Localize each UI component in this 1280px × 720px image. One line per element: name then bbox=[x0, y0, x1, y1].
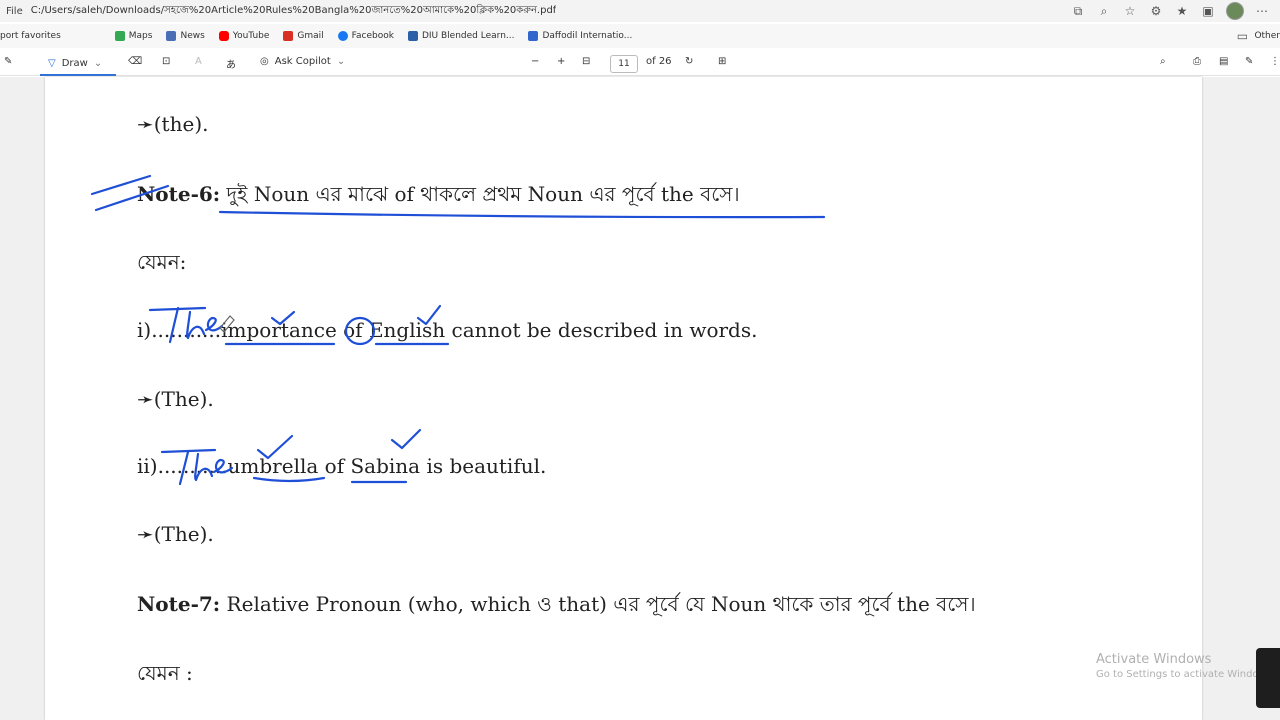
bookmark-label: Maps bbox=[128, 31, 153, 41]
bookmark-youtube[interactable]: YouTube bbox=[218, 31, 270, 41]
example-heading: যেমন: bbox=[137, 250, 187, 274]
bookmark-label: Facebook bbox=[351, 31, 394, 41]
bookmark-news[interactable]: News bbox=[166, 31, 205, 41]
answer-2: ➛(The). bbox=[137, 522, 214, 546]
ask-copilot-label: Ask Copilot bbox=[274, 56, 331, 67]
bookmark-label: YouTube bbox=[232, 31, 270, 41]
address-bar[interactable]: File C:/Users/saleh/Downloads/সহজে%20Art… bbox=[0, 0, 1280, 22]
page-number-input[interactable]: 11 bbox=[610, 55, 638, 73]
pdf-toolbar: ✎ ▽ Draw ⌄ ⌫ ⊡ A あ ◎ Ask Copilot ⌄ − + ⊟… bbox=[0, 52, 1280, 76]
page-total: of 26 bbox=[646, 56, 672, 67]
read-aloud-icon[interactable]: ⧉ bbox=[1070, 3, 1086, 19]
screen-recorder-widget[interactable] bbox=[1256, 648, 1280, 708]
page-number-wrap: 11 bbox=[610, 55, 638, 73]
folder-icon: ▭ bbox=[1236, 29, 1249, 43]
file-label: File bbox=[6, 5, 23, 17]
eraser-icon[interactable]: ⌫ bbox=[128, 56, 142, 67]
note-7-label: Note-7: bbox=[137, 592, 221, 616]
bookmark-label: Daffodil Internatio... bbox=[542, 31, 633, 41]
save-as-icon[interactable]: ✎ bbox=[1245, 56, 1253, 67]
url-text[interactable]: C:/Users/saleh/Downloads/সহজে%20Article%… bbox=[31, 3, 557, 20]
highlight-icon[interactable]: ✎ bbox=[4, 56, 12, 67]
answer-line: ➛(the). bbox=[137, 112, 209, 136]
chevron-down-icon: ⌄ bbox=[336, 56, 346, 67]
example-1-text: importance of English cannot be describe… bbox=[221, 318, 758, 342]
pdf-page bbox=[45, 77, 1202, 720]
profile-avatar[interactable] bbox=[1226, 2, 1244, 20]
bookmark-daffodil[interactable]: Daffodil Internatio... bbox=[528, 31, 632, 41]
text-icon[interactable]: ⊡ bbox=[162, 56, 170, 67]
example-2: ii)...........umbrella of Sabina is beau… bbox=[137, 454, 546, 478]
more-menu-icon[interactable]: ⋯ bbox=[1254, 3, 1270, 19]
bookmark-import-favorites[interactable]: port favorites bbox=[0, 31, 61, 41]
bookmark-label: News bbox=[180, 31, 205, 41]
fit-page-icon[interactable]: ⊟ bbox=[582, 56, 590, 67]
note-6-text: দুই Noun এর মাঝে of থাকলে প্রথম Noun এর … bbox=[220, 182, 740, 206]
bookmark-gmail[interactable]: Gmail bbox=[283, 31, 324, 41]
news-icon bbox=[166, 31, 177, 41]
draw-pen-icon: ▽ bbox=[48, 57, 56, 69]
zoom-out-icon[interactable]: − bbox=[531, 56, 539, 67]
facebook-icon bbox=[337, 31, 348, 41]
example-1-blank: i)........... bbox=[137, 318, 222, 342]
watermark-subtitle: Go to Settings to activate Windows. bbox=[1096, 669, 1276, 680]
example-1: i)...........importance of English canno… bbox=[137, 318, 757, 342]
bookmarks-bar: port favorites Maps News YouTube Gmail F… bbox=[0, 24, 1280, 48]
more-icon[interactable]: ⋮ bbox=[1270, 56, 1280, 67]
favorite-star-icon[interactable]: ☆ bbox=[1122, 3, 1138, 19]
draw-label: Draw bbox=[61, 57, 88, 69]
example-heading-2: যেমন : bbox=[137, 661, 193, 685]
diu-icon bbox=[407, 31, 418, 41]
windows-activation-watermark: Activate Windows Go to Settings to activ… bbox=[1096, 652, 1275, 680]
bookmark-label: DIU Blended Learn... bbox=[421, 31, 515, 41]
bookmark-facebook[interactable]: Facebook bbox=[337, 31, 394, 41]
extensions-icon[interactable]: ⚙ bbox=[1148, 3, 1164, 19]
copilot-icon: ◎ bbox=[260, 56, 269, 67]
save-icon[interactable]: ▤ bbox=[1219, 56, 1228, 67]
zoom-icon[interactable]: ⌕ bbox=[1096, 3, 1112, 19]
draw-button[interactable]: ▽ Draw ⌄ bbox=[40, 52, 116, 76]
other-favorites-label: Other bbox=[1254, 31, 1280, 41]
other-favorites[interactable]: ▭ Other bbox=[1234, 28, 1280, 44]
note-6-label: Note-6: bbox=[137, 182, 221, 206]
maps-icon bbox=[114, 31, 125, 41]
daffodil-icon bbox=[528, 31, 539, 41]
chevron-down-icon: ⌄ bbox=[93, 57, 103, 69]
example-2-text: umbrella of Sabina is beautiful. bbox=[227, 454, 547, 478]
note-7-text: Relative Pronoun (who, which ও that) এর … bbox=[220, 592, 976, 616]
zoom-in-icon[interactable]: + bbox=[557, 56, 565, 67]
browser-actions: ⧉ ⌕ ☆ ⚙ ★ ▣ ⋯ bbox=[1070, 2, 1270, 20]
rotate-icon[interactable]: ↻ bbox=[685, 56, 693, 67]
text-size-icon: A bbox=[195, 56, 202, 67]
watermark-title: Activate Windows bbox=[1096, 652, 1212, 667]
bookmark-diu[interactable]: DIU Blended Learn... bbox=[407, 31, 515, 41]
print-icon[interactable]: ⎙ bbox=[1193, 56, 1201, 67]
gmail-icon bbox=[283, 31, 294, 41]
bookmark-label: Gmail bbox=[297, 31, 324, 41]
favorites-icon[interactable]: ★ bbox=[1174, 3, 1190, 19]
translate-icon[interactable]: あ bbox=[226, 56, 236, 71]
ask-copilot-button[interactable]: ◎ Ask Copilot ⌄ bbox=[260, 56, 345, 67]
note-7: Note-7: Relative Pronoun (who, which ও t… bbox=[137, 590, 976, 623]
answer-1: ➛(The). bbox=[137, 387, 214, 411]
youtube-icon bbox=[218, 31, 229, 41]
search-icon[interactable]: ⌕ bbox=[1160, 56, 1166, 67]
collections-icon[interactable]: ▣ bbox=[1200, 3, 1216, 19]
note-6: Note-6: দুই Noun এর মাঝে of থাকলে প্রথম … bbox=[137, 180, 740, 213]
bookmark-maps[interactable]: Maps bbox=[114, 31, 153, 41]
page-view-icon[interactable]: ⊞ bbox=[718, 56, 726, 67]
bookmark-label: port favorites bbox=[0, 31, 61, 41]
example-2-blank: ii)........... bbox=[137, 454, 228, 478]
